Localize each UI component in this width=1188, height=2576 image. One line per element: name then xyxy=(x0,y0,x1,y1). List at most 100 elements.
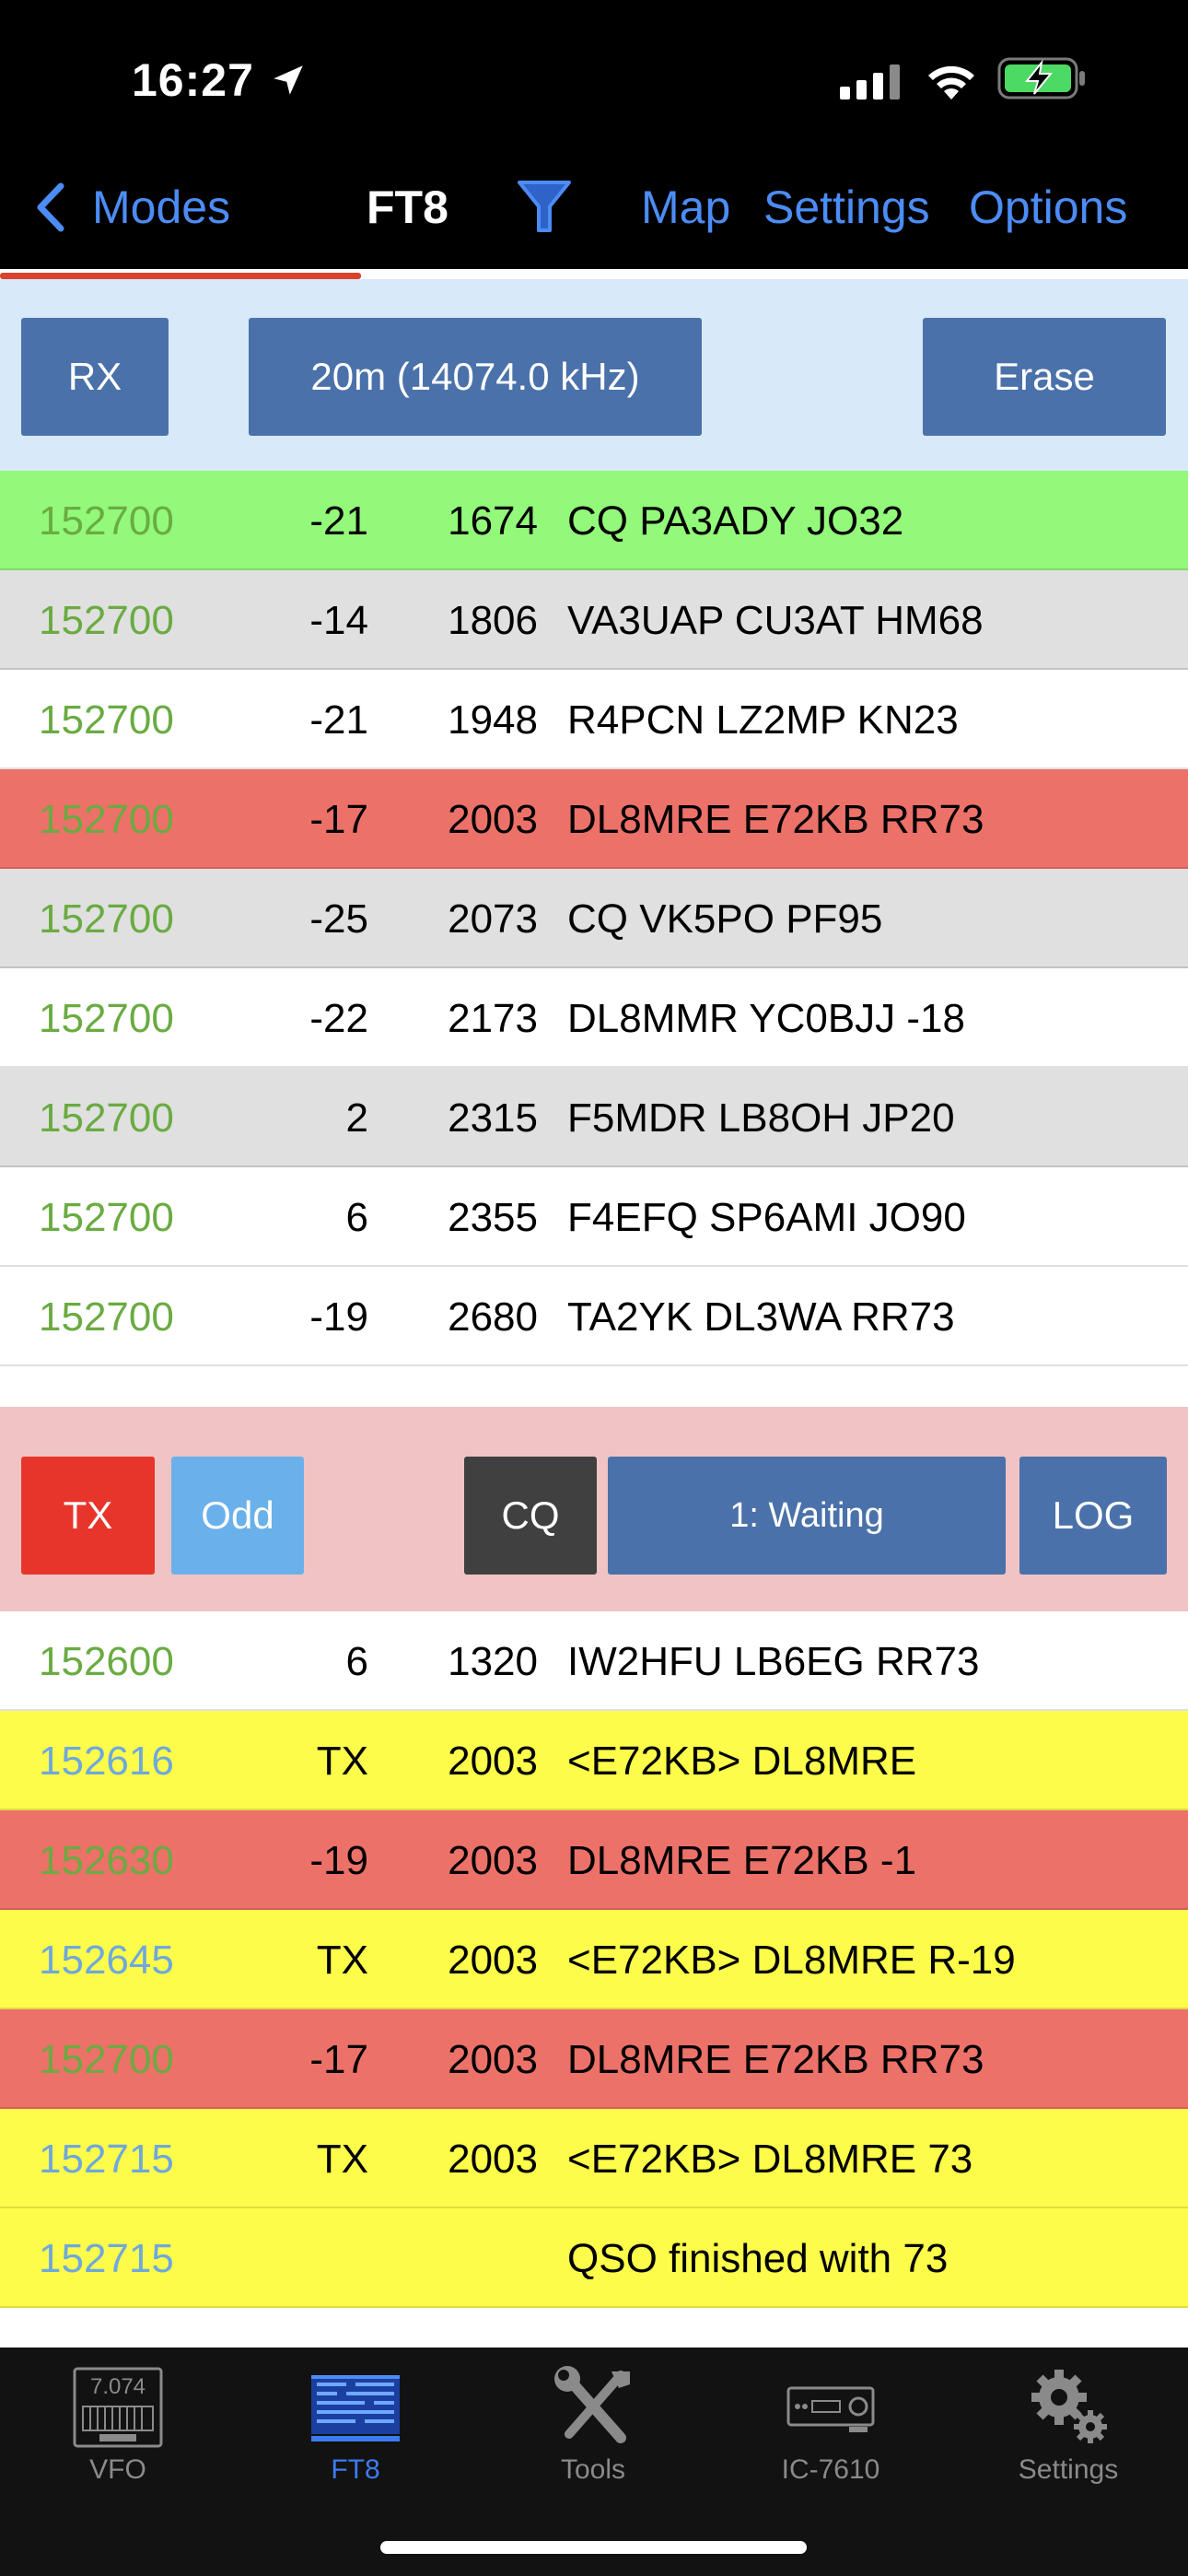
message-cell: VA3UAP CU3AT HM68 xyxy=(567,598,984,643)
time-cell: 152700 xyxy=(39,896,174,942)
time-cell: 152630 xyxy=(39,1838,174,1883)
options-link[interactable]: Options xyxy=(969,181,1127,234)
back-label: Modes xyxy=(92,181,231,233)
rx-decode-row[interactable]: 152700 6 2355 F4EFQ SP6AMI JO90 xyxy=(0,1167,1188,1267)
vfo-value-text: 7.074 xyxy=(90,2374,146,2399)
chevron-left-icon xyxy=(37,182,64,232)
tab-vfo[interactable]: 7.074 VFO xyxy=(26,2366,210,2504)
map-link[interactable]: Map xyxy=(641,181,730,234)
df-cell: 1806 xyxy=(448,598,538,643)
tab-label: VFO xyxy=(89,2454,146,2485)
message-cell: CQ PA3ADY JO32 xyxy=(567,498,904,544)
qso-message-list: 152600 6 1320 IW2HFU LB6EG RR73 152616 TX 2003… xyxy=(0,1611,1188,2308)
log-button[interactable]: LOG xyxy=(1019,1457,1167,1575)
tab-tools[interactable]: Tools xyxy=(501,2366,685,2504)
message-cell: <E72KB> DL8MRE R-19 xyxy=(567,1938,1016,1983)
df-cell: 2073 xyxy=(448,896,538,942)
qso-message-row[interactable]: 152715 TX 2003 <E72KB> DL8MRE 73 xyxy=(0,2109,1188,2208)
db-cell: -25 xyxy=(309,896,368,942)
time-cell: 152600 xyxy=(39,1639,174,1684)
tab-label: Settings xyxy=(1018,2454,1119,2485)
row-divider xyxy=(0,2306,1188,2308)
tab-label: Tools xyxy=(560,2454,626,2485)
message-cell: DL8MRE E72KB RR73 xyxy=(567,2037,984,2082)
df-cell: 2355 xyxy=(448,1195,538,1240)
df-cell: 2173 xyxy=(448,996,538,1041)
tab-ic-7610[interactable]: IC-7610 xyxy=(739,2366,923,2504)
message-cell: <E72KB> DL8MRE xyxy=(567,1739,917,1784)
qso-message-row[interactable]: 152630 -19 2003 DL8MRE E72KB -1 xyxy=(0,1810,1188,1910)
qso-message-row[interactable]: 152700 -17 2003 DL8MRE E72KB RR73 xyxy=(0,2009,1188,2109)
rx-button[interactable]: RX xyxy=(21,318,169,436)
qso-message-row[interactable]: 152616 TX 2003 <E72KB> DL8MRE xyxy=(0,1711,1188,1810)
odd-button[interactable]: Odd xyxy=(171,1457,304,1575)
erase-button[interactable]: Erase xyxy=(923,318,1166,436)
rx-decode-row[interactable]: 152700 -19 2680 TA2YK DL3WA RR73 xyxy=(0,1267,1188,1366)
tab-label: FT8 xyxy=(331,2454,380,2485)
rx-decode-row[interactable]: 152700 -25 2073 CQ VK5PO PF95 xyxy=(0,869,1188,968)
time-cell: 152700 xyxy=(39,2037,174,2082)
qso-message-row[interactable]: 152645 TX 2003 <E72KB> DL8MRE R-19 xyxy=(0,1910,1188,2009)
qso-message-row[interactable]: 152600 6 1320 IW2HFU LB6EG RR73 xyxy=(0,1611,1188,1711)
tools-icon xyxy=(554,2366,630,2443)
df-cell: 2315 xyxy=(448,1095,538,1141)
message-cell: R4PCN LZ2MP KN23 xyxy=(567,697,959,743)
db-cell: -14 xyxy=(309,598,368,643)
time-cell: 152700 xyxy=(39,797,174,842)
db-cell: 6 xyxy=(345,1195,368,1240)
tx-panel: TX Odd CQ 1: Waiting LOG xyxy=(0,1407,1188,1611)
message-cell: CQ VK5PO PF95 xyxy=(567,896,883,942)
qso-message-row[interactable]: 152715 QSO finished with 73 xyxy=(0,2208,1188,2308)
tab-settings[interactable]: Settings xyxy=(976,2366,1160,2504)
db-cell: -17 xyxy=(309,2037,368,2082)
df-cell: 2003 xyxy=(448,797,538,842)
page-title: FT8 xyxy=(367,181,448,233)
rx-decode-row[interactable]: 152700 2 2315 F5MDR LB8OH JP20 xyxy=(0,1068,1188,1167)
tab-ft8[interactable]: FT8 xyxy=(263,2366,448,2504)
time-cell: 152645 xyxy=(39,1938,174,1983)
message-cell: DL8MMR YC0BJJ -18 xyxy=(567,996,965,1041)
db-cell: -22 xyxy=(309,996,368,1041)
gears-icon xyxy=(1031,2370,1107,2443)
db-cell: 6 xyxy=(345,1639,368,1684)
df-cell: 1320 xyxy=(448,1639,538,1684)
message-cell: QSO finished with 73 xyxy=(567,2236,949,2281)
rx-decode-row[interactable]: 152700 -21 1948 R4PCN LZ2MP KN23 xyxy=(0,670,1188,769)
db-cell: -17 xyxy=(309,797,368,842)
message-cell: DL8MRE E72KB -1 xyxy=(567,1838,917,1883)
wifi-icon xyxy=(928,65,974,100)
qso-state-button[interactable]: 1: Waiting xyxy=(608,1457,1006,1575)
rx-decode-list: 152700 -21 1674 CQ PA3ADY JO32 152700 -14 1806… xyxy=(0,471,1188,1366)
row-divider xyxy=(0,1364,1188,1366)
rx-decode-row[interactable]: 152700 -21 1674 CQ PA3ADY JO32 xyxy=(0,471,1188,570)
time-cell: 152700 xyxy=(39,498,174,544)
db-cell: -21 xyxy=(309,697,368,743)
df-cell: 2680 xyxy=(448,1294,538,1340)
band-button[interactable]: 20m (14074.0 kHz) xyxy=(249,318,702,436)
message-cell: DL8MRE E72KB RR73 xyxy=(567,797,984,842)
back-button[interactable]: Modes xyxy=(33,175,230,240)
message-cell: TA2YK DL3WA RR73 xyxy=(567,1294,955,1340)
rx-decode-row[interactable]: 152700 -22 2173 DL8MMR YC0BJJ -18 xyxy=(0,968,1188,1068)
time-cell: 152700 xyxy=(39,598,174,643)
battery-charging-icon xyxy=(997,57,1085,100)
df-cell: 2003 xyxy=(448,1938,538,1983)
rx-decode-row[interactable]: 152700 -14 1806 VA3UAP CU3AT HM68 xyxy=(0,570,1188,670)
cq-button[interactable]: CQ xyxy=(464,1457,597,1575)
tx-button[interactable]: TX xyxy=(21,1457,155,1575)
time-cell: 152616 xyxy=(39,1739,174,1784)
filter-icon[interactable] xyxy=(516,177,573,236)
time-cell: 152700 xyxy=(39,697,174,743)
time-cell: 152700 xyxy=(39,996,174,1041)
db-cell: -21 xyxy=(309,498,368,544)
df-cell: 2003 xyxy=(448,1739,538,1784)
status-time: 16:27 xyxy=(132,54,254,106)
navigation-bar: Modes FT8 Map Settings Options xyxy=(0,149,1188,269)
cycle-progress-bar xyxy=(0,273,361,279)
settings-link[interactable]: Settings xyxy=(763,181,930,234)
df-cell: 2003 xyxy=(448,1838,538,1883)
rx-decode-row[interactable]: 152700 -17 2003 DL8MRE E72KB RR73 xyxy=(0,769,1188,869)
tab-label: IC-7610 xyxy=(781,2454,880,2485)
message-cell: <E72KB> DL8MRE 73 xyxy=(567,2137,973,2182)
time-cell: 152715 xyxy=(39,2236,174,2281)
